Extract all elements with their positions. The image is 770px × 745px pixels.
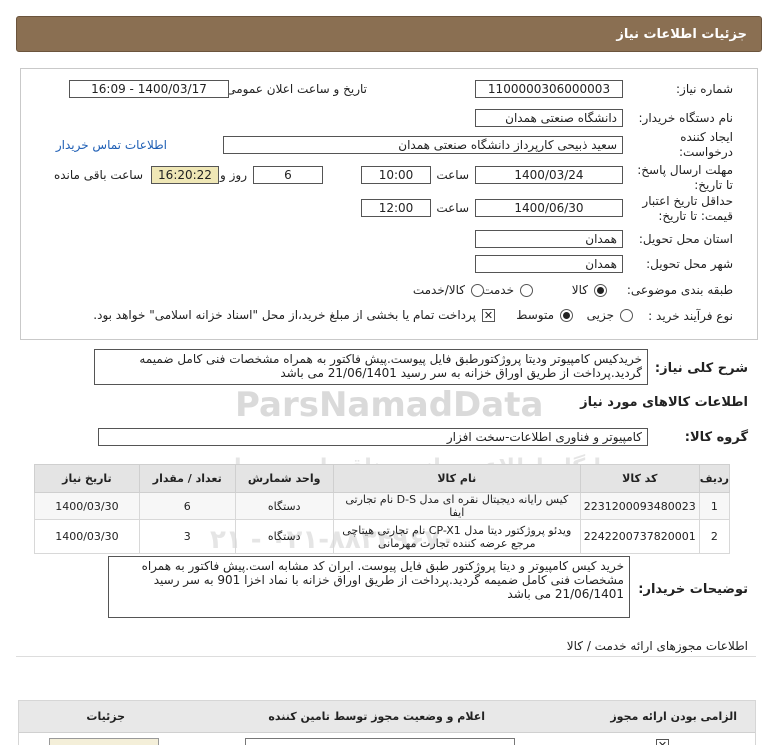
table-header-row: ردیف کد کالا نام کالا واحد شمارش تعداد /…	[34, 464, 731, 493]
goods-section-title: اطلاعات کالاهای مورد نیاز	[580, 395, 748, 410]
goods-date: 1400/03/30	[34, 492, 140, 520]
process-radio-minor[interactable]	[620, 309, 633, 322]
validity-hour-label: ساعت	[436, 201, 469, 215]
province-label: استان محل تحویل:	[638, 232, 733, 246]
goods-code: 2231200093480023	[579, 492, 700, 520]
process-radio-medium[interactable]	[560, 309, 573, 322]
deadline-hour-label: ساعت	[436, 168, 469, 182]
lic-details-button[interactable]	[49, 738, 159, 745]
buyer-notes-box: خرید کیس کامپیوتر و دیتا پروژکتور طبق فا…	[108, 556, 630, 618]
process-option-minor: جزیی	[586, 308, 614, 322]
need-number-field: 1100000306000003	[475, 80, 623, 98]
process-option-medium: متوسط	[516, 308, 554, 322]
category-option-service: خدمت	[482, 283, 514, 297]
page-title: جزئیات اطلاعات نیاز	[616, 26, 747, 42]
table-row: 1 2231200093480023 کیس رایانه دیجیتال نق…	[34, 492, 731, 520]
col-date-header: تاریخ نیاز	[34, 464, 140, 493]
goods-group-field: کامپیوتر و فناوری اطلاعات-سخت افزار	[98, 428, 648, 446]
deadline-time-field: 10:00	[361, 166, 431, 184]
summary-label: شرح کلی نیاز:	[654, 361, 748, 376]
creator-label-1: ایجاد کننده	[680, 130, 733, 144]
category-radio-service[interactable]	[520, 284, 533, 297]
treasury-payment-checkbox[interactable]: ✕	[482, 309, 495, 322]
deadline-label-2: تا تاریخ:	[694, 178, 733, 192]
goods-code: 2242200737820001	[579, 519, 700, 554]
goods-unit: دستگاه	[234, 519, 334, 554]
lic-status-field[interactable]	[245, 738, 515, 745]
licenses-title: اطلاعات مجوزهای ارائه خدمت / کالا	[16, 635, 756, 657]
col-unit-header: واحد شمارش	[234, 464, 334, 493]
col-code-header: کد کالا	[579, 464, 700, 493]
city-field: همدان	[475, 255, 623, 273]
buyer-contact-link[interactable]: اطلاعات تماس خریدار	[56, 138, 167, 152]
licenses-header-row: الزامی بودن ارائه مجوز اعلام و وضعیت مجو…	[19, 701, 755, 733]
watermark-brand: ParsNamadData	[235, 385, 544, 425]
lic-details-header: جزئیات	[86, 710, 125, 723]
deadline-date-field: 1400/03/24	[475, 166, 623, 184]
category-radio-goods[interactable]	[594, 284, 607, 297]
col-name-header: نام کالا	[332, 464, 581, 493]
lic-status-header: اعلام و وضعیت مجوز توسط تامین کننده	[268, 710, 485, 723]
goods-name: ویدئو پروژکتور دیتا مدل CP-X1 نام تجارتی…	[332, 519, 581, 554]
goods-unit: دستگاه	[234, 492, 334, 520]
buyer-notes-label: توضیحات خریدار:	[638, 582, 748, 597]
deadline-label-1: مهلت ارسال پاسخ:	[637, 163, 733, 177]
city-label: شهر محل تحویل:	[646, 257, 733, 271]
lic-required-checkbox[interactable]: ✕	[656, 739, 669, 745]
lic-required-header: الزامی بودن ارائه مجوز	[610, 710, 737, 723]
need-info-panel: شماره نیاز: 1100000306000003 تاریخ و ساع…	[20, 68, 758, 340]
days-label: روز و	[220, 168, 247, 182]
remaining-time-field: 16:20:22	[151, 166, 219, 184]
table-row: 2 2242200737820001 ویدئو پروژکتور دیتا م…	[34, 519, 731, 554]
validity-label-2: قیمت: تا تاریخ:	[658, 209, 733, 223]
category-option-goods-service: کالا/خدمت	[412, 283, 465, 297]
buyer-org-label: نام دستگاه خریدار:	[638, 111, 734, 125]
category-radio-goods-service[interactable]	[471, 284, 484, 297]
buyer-org-field: دانشگاه صنعتی همدان	[475, 109, 623, 127]
validity-label-1: حداقل تاریخ اعتبار	[642, 194, 733, 208]
col-row-header: ردیف	[698, 464, 731, 493]
page-title-bar: جزئیات اطلاعات نیاز	[16, 16, 762, 52]
treasury-payment-note: پرداخت تمام یا بخشی از مبلغ خرید،از محل …	[93, 308, 476, 322]
col-qty-header: تعداد / مقدار	[138, 464, 236, 493]
goods-name: کیس رایانه دیجیتال نقره ای مدل D-S نام ت…	[332, 492, 581, 520]
row-index: 2	[698, 519, 731, 554]
summary-box: خریدکیس کامپیوتر ودیتا پروژکتورطبق فایل …	[94, 349, 648, 385]
remaining-label: ساعت باقی مانده	[53, 168, 143, 182]
creator-label-2: درخواست:	[679, 145, 733, 159]
category-label: طبقه بندی موضوعی:	[626, 283, 733, 297]
need-number-label: شماره نیاز:	[676, 82, 733, 96]
category-option-goods: کالا	[571, 283, 588, 297]
days-field: 6	[253, 166, 323, 184]
licenses-panel: الزامی بودن ارائه مجوز اعلام و وضعیت مجو…	[18, 700, 756, 745]
validity-time-field: 12:00	[361, 199, 431, 217]
announce-label: تاریخ و ساعت اعلان عمومی:	[222, 82, 367, 96]
goods-group-label: گروه کالا:	[684, 430, 748, 445]
province-field: همدان	[475, 230, 623, 248]
announce-field: 1400/03/17 - 16:09	[69, 80, 229, 98]
creator-field: سعید ذبیحی کارپرداز دانشگاه صنعتی همدان	[223, 136, 623, 154]
goods-qty: 6	[138, 492, 236, 520]
goods-date: 1400/03/30	[34, 519, 140, 554]
goods-qty: 3	[138, 519, 236, 554]
process-label: نوع فرآیند خرید :	[648, 309, 733, 323]
row-index: 1	[698, 492, 731, 520]
validity-date-field: 1400/06/30	[475, 199, 623, 217]
goods-table: ردیف کد کالا نام کالا واحد شمارش تعداد /…	[34, 464, 731, 554]
